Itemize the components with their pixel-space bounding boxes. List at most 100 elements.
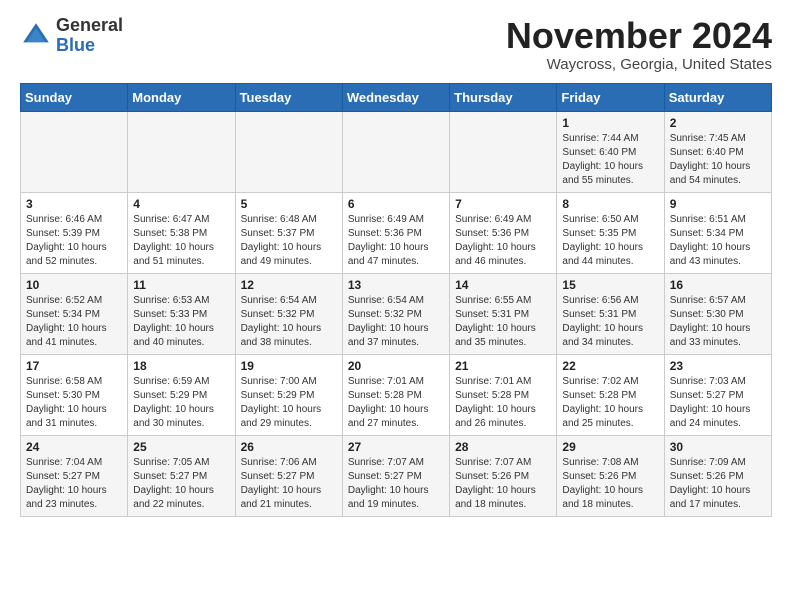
day-number: 21 — [455, 359, 551, 373]
header: General Blue November 2024 Waycross, Geo… — [20, 16, 772, 73]
calendar-cell: 2Sunrise: 7:45 AM Sunset: 6:40 PM Daylig… — [664, 111, 771, 192]
calendar-header-saturday: Saturday — [664, 83, 771, 111]
day-info: Sunrise: 7:06 AM Sunset: 5:27 PM Dayligh… — [241, 456, 337, 512]
day-info: Sunrise: 6:49 AM Sunset: 5:36 PM Dayligh… — [348, 213, 444, 269]
logo-text: General Blue — [56, 16, 123, 56]
day-info: Sunrise: 7:08 AM Sunset: 5:26 PM Dayligh… — [562, 456, 658, 512]
day-info: Sunrise: 6:59 AM Sunset: 5:29 PM Dayligh… — [133, 375, 229, 431]
day-number: 9 — [670, 197, 766, 211]
title-area: November 2024 Waycross, Georgia, United … — [506, 16, 772, 73]
calendar-cell: 15Sunrise: 6:56 AM Sunset: 5:31 PM Dayli… — [557, 273, 664, 354]
day-number: 13 — [348, 278, 444, 292]
calendar: SundayMondayTuesdayWednesdayThursdayFrid… — [20, 83, 772, 517]
day-info: Sunrise: 6:49 AM Sunset: 5:36 PM Dayligh… — [455, 213, 551, 269]
calendar-cell: 28 Sunrise: 7:07 AM Sunset: 5:26 PM Dayli… — [450, 435, 557, 516]
day-number: 20 — [348, 359, 444, 373]
day-info: Sunrise: 6:55 AM Sunset: 5:31 PM Dayligh… — [455, 294, 551, 350]
day-number: 6 — [348, 197, 444, 211]
day-number: 22 — [562, 359, 658, 373]
calendar-cell: 8Sunrise: 6:50 AM Sunset: 5:35 PM Daylig… — [557, 192, 664, 273]
calendar-cell: 30 Sunrise: 7:09 AM Sunset: 5:26 PM Dayli… — [664, 435, 771, 516]
calendar-cell: 13 Sunrise: 6:54 AM Sunset: 5:32 PM Dayli… — [342, 273, 449, 354]
day-info: Sunrise: 6:58 AM Sunset: 5:30 PM Dayligh… — [26, 375, 122, 431]
day-info: Sunrise: 6:51 AM Sunset: 5:34 PM Dayligh… — [670, 213, 766, 269]
calendar-header-monday: Monday — [128, 83, 235, 111]
month-title: November 2024 — [506, 16, 772, 56]
day-number: 7 — [455, 197, 551, 211]
day-number: 17 — [26, 359, 122, 373]
calendar-cell: 6 Sunrise: 6:49 AM Sunset: 5:36 PM Daylig… — [342, 192, 449, 273]
day-info: Sunrise: 7:02 AM Sunset: 5:28 PM Dayligh… — [562, 375, 658, 431]
day-number: 1 — [562, 116, 658, 130]
day-number: 23 — [670, 359, 766, 373]
location: Waycross, Georgia, United States — [506, 56, 772, 73]
calendar-cell: 16 Sunrise: 6:57 AM Sunset: 5:30 PM Dayli… — [664, 273, 771, 354]
calendar-cell: 22 Sunrise: 7:02 AM Sunset: 5:28 PM Dayli… — [557, 354, 664, 435]
day-number: 14 — [455, 278, 551, 292]
calendar-cell: 11 Sunrise: 6:53 AM Sunset: 5:33 PM Dayli… — [128, 273, 235, 354]
day-info: Sunrise: 7:03 AM Sunset: 5:27 PM Dayligh… — [670, 375, 766, 431]
day-info: Sunrise: 7:09 AM Sunset: 5:26 PM Dayligh… — [670, 456, 766, 512]
calendar-cell: 17 Sunrise: 6:58 AM Sunset: 5:30 PM Dayli… — [21, 354, 128, 435]
logo-icon — [20, 20, 52, 52]
calendar-cell — [21, 111, 128, 192]
day-number: 29 — [562, 440, 658, 454]
calendar-cell: 27Sunrise: 7:07 AM Sunset: 5:27 PM Dayli… — [342, 435, 449, 516]
day-info: Sunrise: 6:47 AM Sunset: 5:38 PM Dayligh… — [133, 213, 229, 269]
calendar-cell — [450, 111, 557, 192]
calendar-cell: 21 Sunrise: 7:01 AM Sunset: 5:28 PM Dayli… — [450, 354, 557, 435]
day-number: 26 — [241, 440, 337, 454]
calendar-cell: 14 Sunrise: 6:55 AM Sunset: 5:31 PM Dayli… — [450, 273, 557, 354]
calendar-header-wednesday: Wednesday — [342, 83, 449, 111]
day-number: 4 — [133, 197, 229, 211]
calendar-cell: 23 Sunrise: 7:03 AM Sunset: 5:27 PM Dayli… — [664, 354, 771, 435]
calendar-cell: 3 Sunrise: 6:46 AM Sunset: 5:39 PM Daylig… — [21, 192, 128, 273]
page: General Blue November 2024 Waycross, Geo… — [0, 0, 792, 533]
day-info: Sunrise: 6:52 AM Sunset: 5:34 PM Dayligh… — [26, 294, 122, 350]
day-info: Sunrise: 6:50 AM Sunset: 5:35 PM Dayligh… — [562, 213, 658, 269]
calendar-cell: 7 Sunrise: 6:49 AM Sunset: 5:36 PM Daylig… — [450, 192, 557, 273]
calendar-cell: 25Sunrise: 7:05 AM Sunset: 5:27 PM Dayli… — [128, 435, 235, 516]
calendar-week-4: 17 Sunrise: 6:58 AM Sunset: 5:30 PM Dayli… — [21, 354, 772, 435]
calendar-cell: 5 Sunrise: 6:48 AM Sunset: 5:37 PM Daylig… — [235, 192, 342, 273]
calendar-cell: 12Sunrise: 6:54 AM Sunset: 5:32 PM Dayli… — [235, 273, 342, 354]
calendar-cell: 19Sunrise: 7:00 AM Sunset: 5:29 PM Dayli… — [235, 354, 342, 435]
calendar-week-1: 1 Sunrise: 7:44 AM Sunset: 6:40 PM Daylig… — [21, 111, 772, 192]
calendar-week-3: 10 Sunrise: 6:52 AM Sunset: 5:34 PM Dayli… — [21, 273, 772, 354]
calendar-week-2: 3 Sunrise: 6:46 AM Sunset: 5:39 PM Daylig… — [21, 192, 772, 273]
calendar-header-friday: Friday — [557, 83, 664, 111]
calendar-header-tuesday: Tuesday — [235, 83, 342, 111]
day-info: Sunrise: 7:05 AM Sunset: 5:27 PM Dayligh… — [133, 456, 229, 512]
day-number: 5 — [241, 197, 337, 211]
calendar-cell: 20Sunrise: 7:01 AM Sunset: 5:28 PM Dayli… — [342, 354, 449, 435]
day-info: Sunrise: 6:53 AM Sunset: 5:33 PM Dayligh… — [133, 294, 229, 350]
day-number: 12 — [241, 278, 337, 292]
calendar-cell: 29 Sunrise: 7:08 AM Sunset: 5:26 PM Dayli… — [557, 435, 664, 516]
day-info: Sunrise: 6:46 AM Sunset: 5:39 PM Dayligh… — [26, 213, 122, 269]
day-number: 28 — [455, 440, 551, 454]
day-info: Sunrise: 6:54 AM Sunset: 5:32 PM Dayligh… — [348, 294, 444, 350]
calendar-cell: 1 Sunrise: 7:44 AM Sunset: 6:40 PM Daylig… — [557, 111, 664, 192]
calendar-cell: 26 Sunrise: 7:06 AM Sunset: 5:27 PM Dayli… — [235, 435, 342, 516]
day-info: Sunrise: 7:44 AM Sunset: 6:40 PM Dayligh… — [562, 132, 658, 188]
day-info: Sunrise: 7:01 AM Sunset: 5:28 PM Dayligh… — [455, 375, 551, 431]
day-info: Sunrise: 6:57 AM Sunset: 5:30 PM Dayligh… — [670, 294, 766, 350]
calendar-header-sunday: Sunday — [21, 83, 128, 111]
calendar-week-5: 24Sunrise: 7:04 AM Sunset: 5:27 PM Dayli… — [21, 435, 772, 516]
day-number: 16 — [670, 278, 766, 292]
day-info: Sunrise: 7:07 AM Sunset: 5:27 PM Dayligh… — [348, 456, 444, 512]
day-number: 3 — [26, 197, 122, 211]
day-info: Sunrise: 7:45 AM Sunset: 6:40 PM Dayligh… — [670, 132, 766, 188]
day-number: 24 — [26, 440, 122, 454]
calendar-cell: 18Sunrise: 6:59 AM Sunset: 5:29 PM Dayli… — [128, 354, 235, 435]
calendar-header-thursday: Thursday — [450, 83, 557, 111]
day-info: Sunrise: 6:48 AM Sunset: 5:37 PM Dayligh… — [241, 213, 337, 269]
logo-blue: Blue — [56, 35, 95, 55]
day-number: 11 — [133, 278, 229, 292]
day-number: 10 — [26, 278, 122, 292]
logo-general: General — [56, 15, 123, 35]
calendar-cell: 10 Sunrise: 6:52 AM Sunset: 5:34 PM Dayli… — [21, 273, 128, 354]
day-info: Sunrise: 7:07 AM Sunset: 5:26 PM Dayligh… — [455, 456, 551, 512]
day-number: 30 — [670, 440, 766, 454]
calendar-cell: 9 Sunrise: 6:51 AM Sunset: 5:34 PM Daylig… — [664, 192, 771, 273]
